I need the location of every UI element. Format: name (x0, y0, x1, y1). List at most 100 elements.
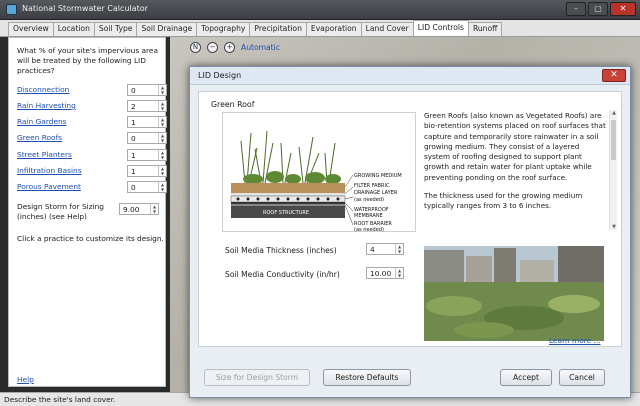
green-roof-photo-svg (424, 246, 604, 341)
porous-pavement-link[interactable]: Porous Pavement (17, 182, 81, 191)
window-controls: – ▢ ✕ (566, 2, 636, 16)
rain-gardens-stepper[interactable]: 1 ▲ ▼ (127, 116, 167, 128)
stepper-buttons[interactable]: ▲ ▼ (395, 268, 403, 278)
stepper-value[interactable]: 10.00 (370, 269, 391, 278)
stepper-buttons[interactable]: ▲ ▼ (158, 150, 166, 160)
maximize-icon[interactable]: ▢ (588, 2, 608, 16)
stepper-value[interactable]: 1 (131, 151, 136, 160)
lid-design-dialog: LID Design ✕ Green Roof GROWING MEDIUM F… (189, 66, 631, 398)
window-title: National Stormwater Calculator (22, 4, 148, 13)
stepper-value[interactable]: 0 (131, 134, 136, 143)
close-icon[interactable]: ✕ (610, 2, 636, 16)
minimize-icon[interactable]: – (566, 2, 586, 16)
spinner-down-icon[interactable]: ▼ (159, 106, 166, 111)
dialog-body: Green Roof GROWING MEDIUM FILTER FABRIC … (198, 91, 622, 347)
soil-conductivity-stepper[interactable]: 10.00 ▲ ▼ (366, 267, 404, 279)
lid-panel: What % of your site's impervious area wi… (8, 37, 167, 387)
tab-soil-type[interactable]: Soil Type (93, 22, 138, 36)
green-roof-photo (424, 246, 604, 341)
stepper-buttons[interactable]: ▲ ▼ (158, 117, 166, 127)
zoom-out-icon[interactable]: − (207, 42, 218, 53)
rain-gardens-link[interactable]: Rain Gardens (17, 117, 67, 126)
dialog-title: LID Design (198, 71, 242, 80)
green-roofs-stepper[interactable]: 0 ▲ ▼ (127, 132, 167, 144)
stepper-value[interactable]: 4 (370, 245, 375, 254)
porous-pavement-stepper[interactable]: 0 ▲ ▼ (127, 181, 167, 193)
label-roof-structure: ROOF STRUCTURE (263, 210, 309, 216)
street-planters-stepper[interactable]: 1 ▲ ▼ (127, 149, 167, 161)
tab-precipitation[interactable]: Precipitation (249, 22, 307, 36)
spinner-down-icon[interactable]: ▼ (396, 249, 403, 254)
stepper-value[interactable]: 2 (131, 102, 136, 111)
infiltration-basins-link[interactable]: Infiltration Basins (17, 166, 82, 175)
scroll-down-icon[interactable]: ▼ (610, 224, 618, 230)
stepper-value[interactable]: 1 (131, 167, 136, 176)
spinner-down-icon[interactable]: ▼ (396, 273, 403, 278)
stepper-buttons[interactable]: ▲ ▼ (158, 182, 166, 192)
stepper-buttons[interactable]: ▲ ▼ (150, 204, 158, 214)
label-root-note: (as needed) (354, 227, 384, 233)
tab-runoff[interactable]: Runoff (467, 22, 503, 36)
scroll-up-icon[interactable]: ▲ (610, 110, 618, 116)
map-toolbar: N − + Automatic (190, 42, 280, 53)
rain-harvesting-stepper[interactable]: 2 ▲ ▼ (127, 100, 167, 112)
map-mode-dropdown[interactable]: Automatic (241, 43, 280, 52)
scroll-thumb[interactable] (611, 120, 616, 160)
spinner-down-icon[interactable]: ▼ (151, 209, 158, 214)
tab-land-cover[interactable]: Land Cover (360, 22, 414, 36)
stepper-buttons[interactable]: ▲ ▼ (158, 85, 166, 95)
stepper-value[interactable]: 0 (131, 86, 136, 95)
help-link[interactable]: Help (17, 375, 34, 384)
size-for-design-storm-button[interactable]: Size for Design Storm (204, 369, 310, 386)
spinner-down-icon[interactable]: ▼ (159, 171, 166, 176)
spinner-down-icon[interactable]: ▼ (159, 138, 166, 143)
tab-overview[interactable]: Overview (8, 22, 54, 36)
label-filter-fabric: FILTER FABRIC (354, 183, 390, 189)
green-roof-description: Green Roofs (also known as Vegetated Roo… (424, 111, 606, 220)
tab-topography[interactable]: Topography (196, 22, 251, 36)
disconnection-stepper[interactable]: 0 ▲ ▼ (127, 84, 167, 96)
stepper-buttons[interactable]: ▲ ▼ (158, 133, 166, 143)
spinner-down-icon[interactable]: ▼ (159, 155, 166, 160)
design-storm-stepper[interactable]: 9.00 ▲ ▼ (119, 203, 159, 215)
list-item: Street Planters 1 ▲ ▼ (17, 149, 167, 161)
list-item: Rain Harvesting 2 ▲ ▼ (17, 100, 167, 112)
rain-harvesting-link[interactable]: Rain Harvesting (17, 101, 76, 110)
accept-button[interactable]: Accept (500, 369, 552, 386)
compass-icon[interactable]: N (190, 42, 201, 53)
list-item: Green Roofs 0 ▲ ▼ (17, 132, 167, 144)
stepper-value[interactable]: 9.00 (123, 205, 139, 214)
tab-evaporation[interactable]: Evaporation (305, 22, 362, 36)
disconnection-link[interactable]: Disconnection (17, 85, 69, 94)
stepper-value[interactable]: 1 (131, 118, 136, 127)
spinner-down-icon[interactable]: ▼ (159, 187, 166, 192)
design-storm-label: Design Storm for Sizing (inches) (see He… (17, 202, 104, 221)
infiltration-basins-stepper[interactable]: 1 ▲ ▼ (127, 165, 167, 177)
stepper-buttons[interactable]: ▲ ▼ (158, 166, 166, 176)
learn-more-link[interactable]: Learn more ... (549, 336, 601, 345)
stepper-buttons[interactable]: ▲ ▼ (395, 244, 403, 254)
app-icon (6, 4, 17, 15)
green-roofs-link[interactable]: Green Roofs (17, 133, 62, 142)
label-membrane: MEMBRANE (354, 213, 383, 219)
tab-lid-controls[interactable]: LID Controls (412, 20, 469, 36)
stepper-buttons[interactable]: ▲ ▼ (158, 101, 166, 111)
dialog-titlebar: LID Design ✕ (190, 67, 630, 85)
street-planters-link[interactable]: Street Planters (17, 150, 72, 159)
stepper-value[interactable]: 0 (131, 183, 136, 192)
close-icon[interactable]: ✕ (602, 69, 626, 82)
list-item: Infiltration Basins 1 ▲ ▼ (17, 165, 167, 177)
soil-thickness-label: Soil Media Thickness (inches) (225, 246, 337, 255)
tab-location[interactable]: Location (52, 22, 95, 36)
description-scrollbar[interactable]: ▲ ▼ (609, 110, 617, 230)
soil-thickness-stepper[interactable]: 4 ▲ ▼ (366, 243, 404, 255)
restore-defaults-button[interactable]: Restore Defaults (323, 369, 411, 386)
spinner-down-icon[interactable]: ▼ (159, 122, 166, 127)
zoom-in-icon[interactable]: + (224, 42, 235, 53)
cancel-button[interactable]: Cancel (559, 369, 605, 386)
label-growing-medium: GROWING MEDIUM (354, 173, 402, 179)
spinner-down-icon[interactable]: ▼ (159, 90, 166, 95)
tab-soil-drainage[interactable]: Soil Drainage (136, 22, 198, 36)
list-item: Porous Pavement 0 ▲ ▼ (17, 181, 167, 193)
green-roof-diagram: GROWING MEDIUM FILTER FABRIC DRAINAGE LA… (222, 112, 416, 233)
